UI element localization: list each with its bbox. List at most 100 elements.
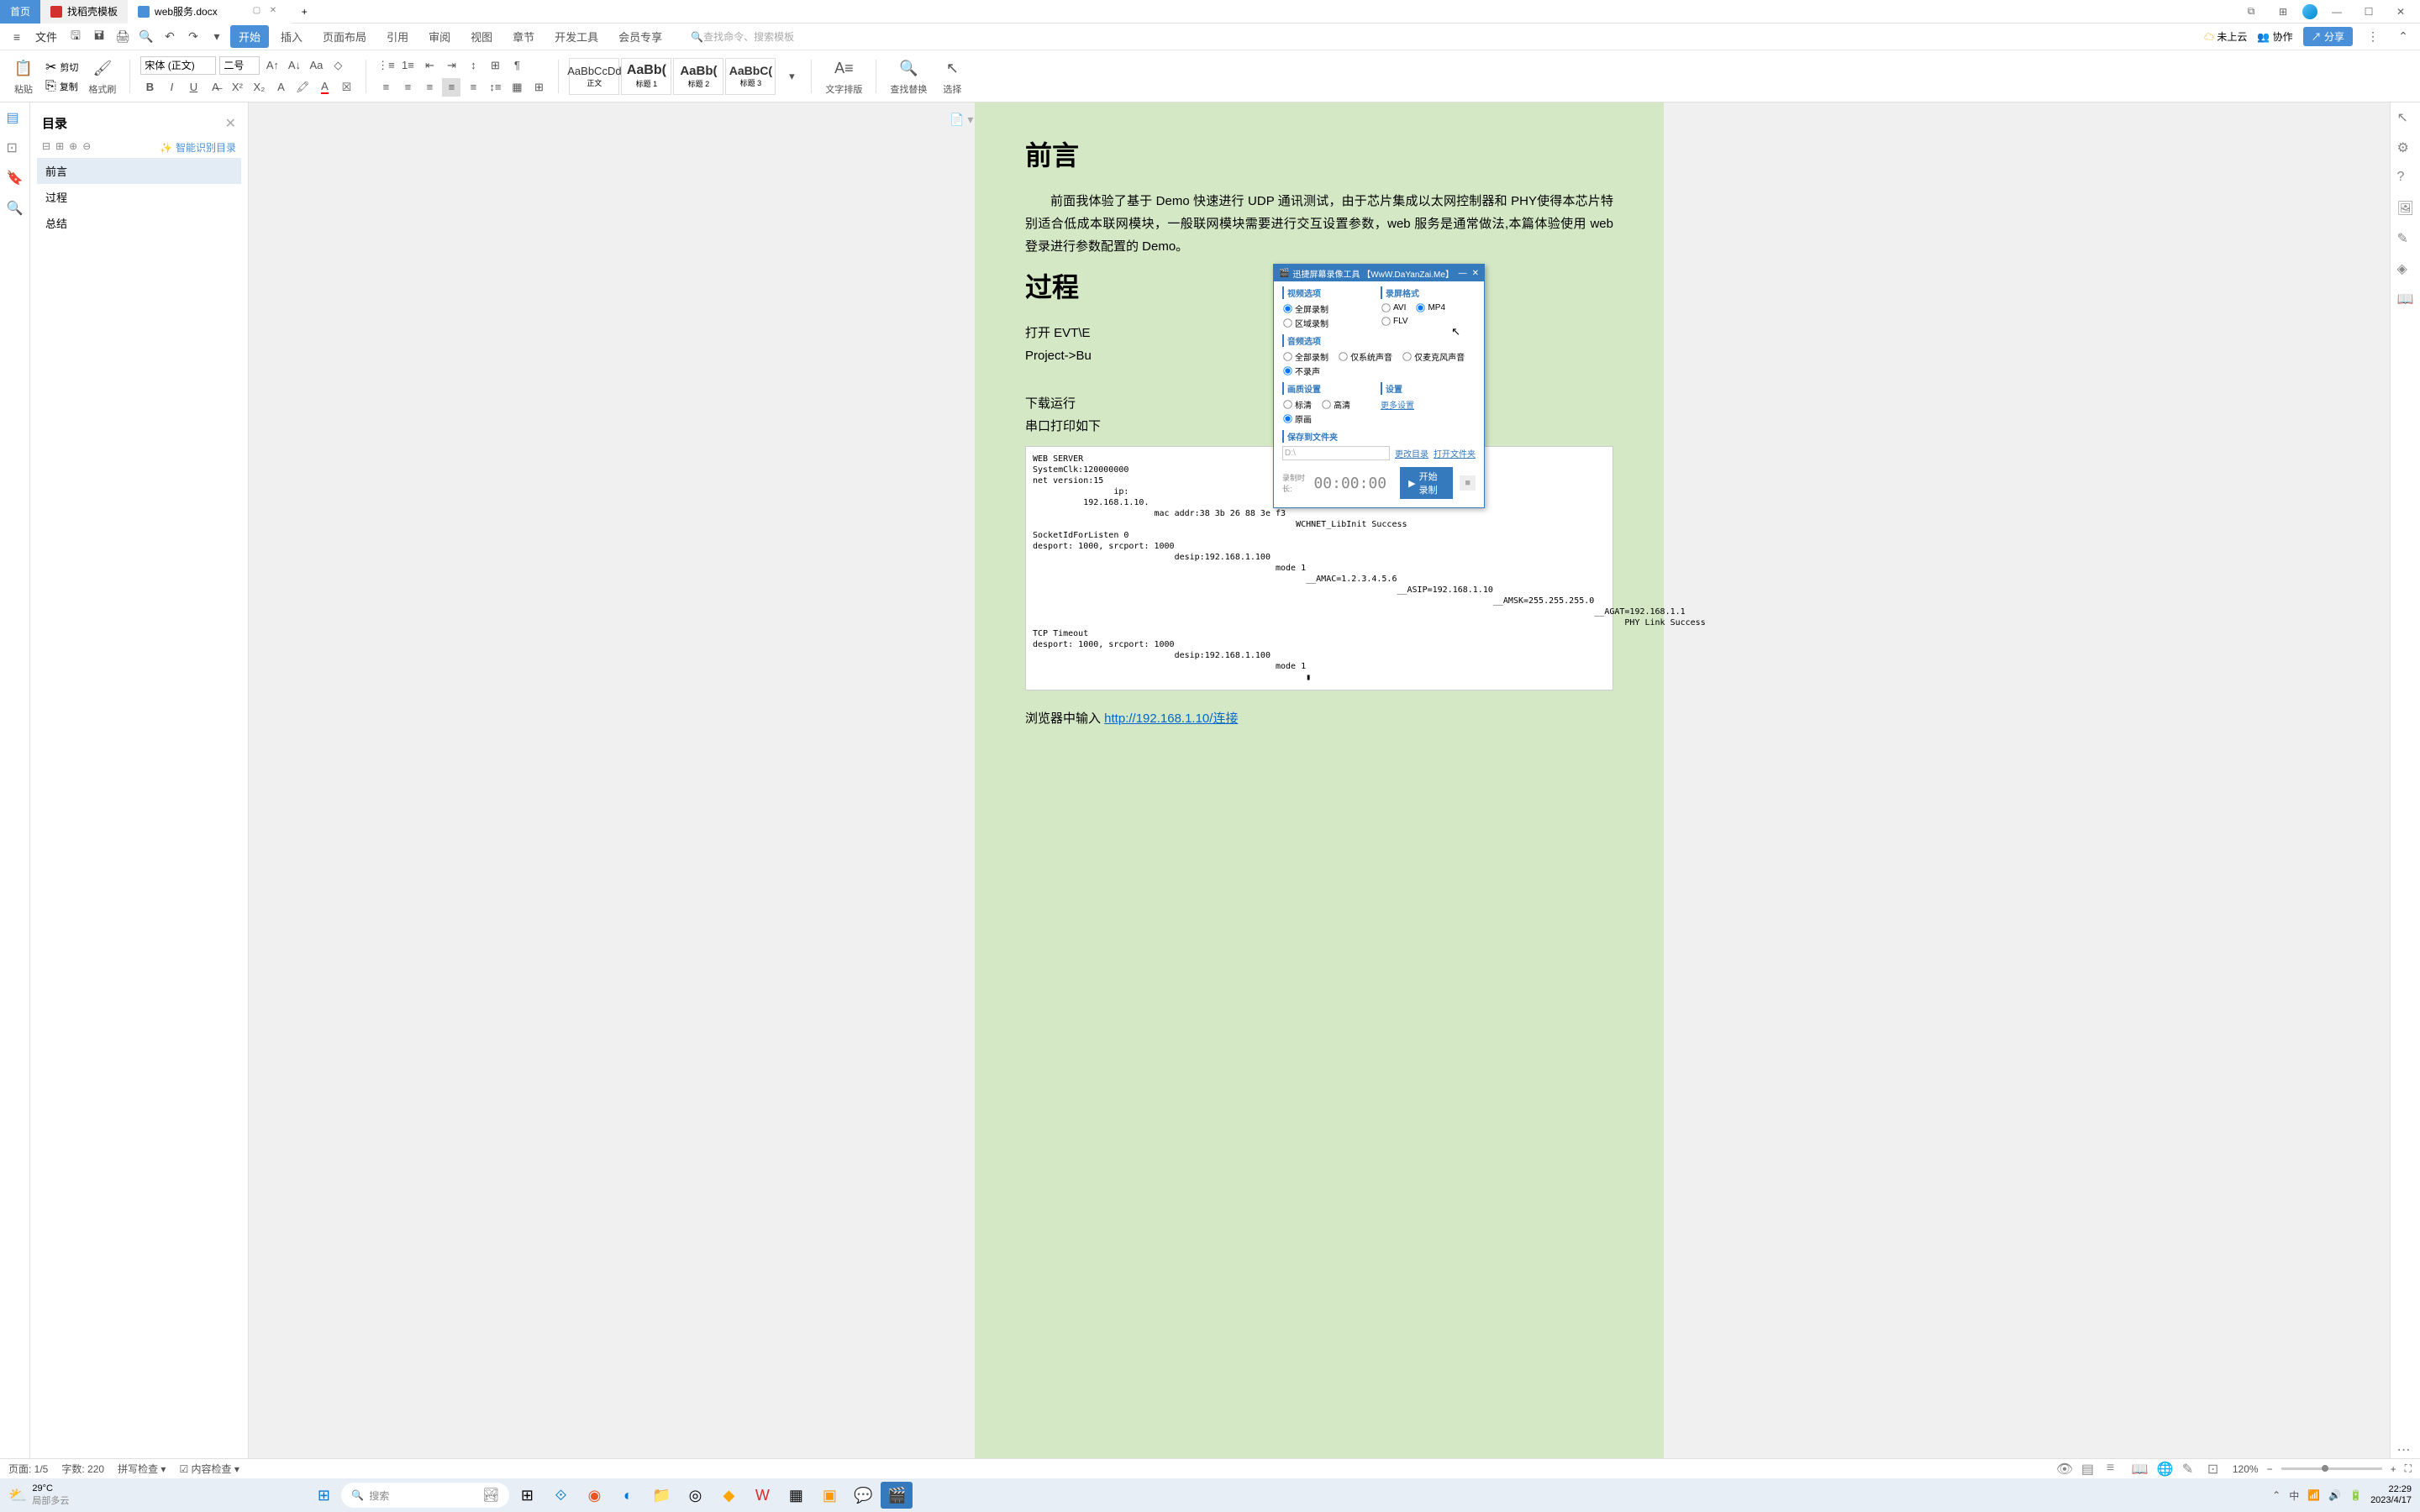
volume-icon[interactable]: 🔊 [2328, 1489, 2341, 1501]
borders-button[interactable]: ⊞ [529, 78, 548, 97]
radio-standard[interactable]: 标清 [1282, 398, 1312, 411]
radio-hd[interactable]: 高清 [1321, 398, 1350, 411]
eye-view-icon[interactable]: 👁 [2056, 1461, 2073, 1478]
bullets-button[interactable]: ⋮≡ [376, 56, 395, 75]
grid-icon[interactable]: ⊞ [2270, 0, 2296, 24]
numbering-button[interactable]: 1≡ [398, 56, 417, 75]
tab-document[interactable]: web服务.docx ▢ ✕ [128, 0, 292, 24]
tray-chevron-icon[interactable]: ⌃ [2272, 1489, 2281, 1501]
ribbon-tab-devtools[interactable]: 开发工具 [546, 25, 607, 48]
dropdown-icon[interactable]: ▾ [207, 27, 227, 47]
link-open-dir[interactable]: 打开文件夹 [1434, 447, 1476, 459]
align-justify-button[interactable]: ≡ [442, 78, 460, 97]
select-group[interactable]: ↖ 选择 [937, 57, 967, 96]
page-anchor-icon[interactable]: 📄 ▾ [950, 113, 973, 127]
word-count[interactable]: 字数: 220 [61, 1462, 104, 1476]
radio-mic-audio[interactable]: 仅麦克风声音 [1402, 350, 1465, 363]
recorder-minimize-icon[interactable]: — [1459, 269, 1467, 278]
decrease-indent-button[interactable]: ⇤ [420, 56, 439, 75]
recorder-taskbar-icon[interactable]: 🎬 [881, 1482, 913, 1509]
cloud-status[interactable]: ☁ 未上云 [2204, 29, 2247, 44]
radio-no-audio[interactable]: 不录声 [1282, 365, 1320, 377]
weather-widget[interactable]: ⛅ 29°C 局部多云 [8, 1483, 69, 1507]
align-dist-button[interactable]: ≡ [464, 78, 482, 97]
show-marks-button[interactable]: ¶ [508, 56, 526, 75]
outline-item-process[interactable]: 过程 [37, 184, 241, 210]
tab-template[interactable]: 找稻壳模板 [40, 0, 128, 24]
start-record-button[interactable]: ▶ 开始录制 [1400, 467, 1453, 499]
font-select[interactable] [140, 56, 216, 75]
change-case-icon[interactable]: Aa [307, 56, 325, 75]
zoom-value[interactable]: 120% [2233, 1463, 2259, 1475]
style-h1[interactable]: AaBb(标题 1 [621, 58, 671, 95]
explorer-icon[interactable]: 📁 [645, 1482, 677, 1509]
fit-icon[interactable]: ⊡ [2207, 1461, 2224, 1478]
recorder-titlebar[interactable]: 🎬 迅捷屏幕录像工具 【WwW.DaYanZai.Me】 — ✕ [1274, 265, 1484, 281]
web-view-icon[interactable]: 🌐 [2157, 1461, 2174, 1478]
font-color-button[interactable]: A [315, 78, 334, 97]
url-link[interactable]: http://192.168.1.10/连接 [1104, 711, 1238, 726]
app-icon-1[interactable]: ◆ [713, 1482, 744, 1509]
outline-icon[interactable]: ▤ [7, 109, 24, 126]
start-button[interactable]: ⊞ [308, 1482, 339, 1509]
minimize-button[interactable]: — [2324, 0, 2349, 24]
clock[interactable]: 22:29 2023/4/17 [2370, 1484, 2412, 1506]
outline-add-icon[interactable]: ⊕ [69, 140, 77, 155]
zoom-in-button[interactable]: + [2391, 1463, 2396, 1475]
tab-restore-icon[interactable]: ▢ [253, 6, 265, 18]
taskbar-search[interactable]: 🔍 搜索 🏞 [341, 1483, 509, 1508]
radio-mp4[interactable]: MP4 [1415, 302, 1445, 313]
search-panel-icon[interactable]: 🔍 [7, 200, 24, 217]
nav-icon[interactable]: ⊡ [7, 139, 24, 156]
save-path-input[interactable] [1282, 446, 1390, 460]
fullscreen-icon[interactable]: ⛶ [2405, 1462, 2412, 1475]
outline-expand-all-icon[interactable]: ⊞ [55, 140, 64, 155]
outline-collapse-all-icon[interactable]: ⊟ [42, 140, 50, 155]
increase-indent-button[interactable]: ⇥ [442, 56, 460, 75]
vscode-icon[interactable]: ⟐ [544, 1482, 576, 1509]
line-spacing-button[interactable]: ↕≡ [486, 78, 504, 97]
print-preview-icon[interactable]: 🔍 [136, 27, 156, 47]
save-as-icon[interactable]: 🖬 [89, 27, 109, 47]
radio-all-audio[interactable]: 全部录制 [1282, 350, 1328, 363]
subscript-button[interactable]: X₂ [250, 78, 268, 97]
underline-button[interactable]: U [184, 78, 203, 97]
strike-button[interactable]: A̶ [206, 78, 224, 97]
maximize-button[interactable]: ☐ [2356, 0, 2381, 24]
ribbon-tab-review[interactable]: 审阅 [420, 25, 459, 48]
shading-button[interactable]: ▦ [508, 78, 526, 97]
image-tool-icon[interactable]: 🖼 [2397, 200, 2414, 217]
ribbon-tab-start[interactable]: 开始 [230, 25, 269, 48]
style-h3[interactable]: AaBbC(标题 3 [725, 58, 776, 95]
undo-icon[interactable]: ↶ [160, 27, 180, 47]
settings-tool-icon[interactable]: ⚙ [2397, 139, 2414, 156]
zoom-slider[interactable] [2281, 1467, 2382, 1470]
new-tab-button[interactable]: + [292, 0, 318, 24]
outline-item-summary[interactable]: 总结 [37, 210, 241, 236]
zoom-out-button[interactable]: − [2267, 1463, 2273, 1475]
annotate-icon[interactable]: ✎ [2182, 1461, 2199, 1478]
size-select[interactable] [219, 56, 260, 75]
edge-icon[interactable]: ◐ [612, 1482, 644, 1509]
save-icon[interactable]: 🖫 [66, 27, 86, 47]
style-gallery[interactable]: AaBbCcDd正文 AaBb(标题 1 AaBb(标题 2 AaBbC(标题 … [569, 58, 776, 95]
stop-button[interactable]: ■ [1460, 475, 1476, 491]
tab-close-icon[interactable]: ✕ [270, 6, 281, 18]
text-effect-button[interactable]: A [271, 78, 290, 97]
cut-button[interactable]: ✂剪切 [45, 59, 78, 76]
wifi-icon[interactable]: 📶 [2307, 1489, 2320, 1501]
grow-font-icon[interactable]: A↑ [263, 56, 281, 75]
outline-remove-icon[interactable]: ⊖ [82, 140, 91, 155]
more-tool-icon[interactable]: ⋯ [2397, 1441, 2414, 1458]
spellcheck-toggle[interactable]: 拼写检查 ▾ [118, 1462, 166, 1476]
ubuntu-icon[interactable]: ◉ [578, 1482, 610, 1509]
sort-button[interactable]: ↕ [464, 56, 482, 75]
ribbon-tab-member[interactable]: 会员专享 [610, 25, 671, 48]
share-button[interactable]: ↗ 分享 [2303, 27, 2353, 46]
ribbon-tab-view[interactable]: 视图 [462, 25, 501, 48]
app-icon-3[interactable]: ▣ [813, 1482, 845, 1509]
outline-view-icon[interactable]: ≡ [2107, 1461, 2123, 1478]
bold-button[interactable]: B [140, 78, 159, 97]
superscript-button[interactable]: X² [228, 78, 246, 97]
content-check-toggle[interactable]: ☑ 内容检查 ▾ [179, 1462, 239, 1476]
